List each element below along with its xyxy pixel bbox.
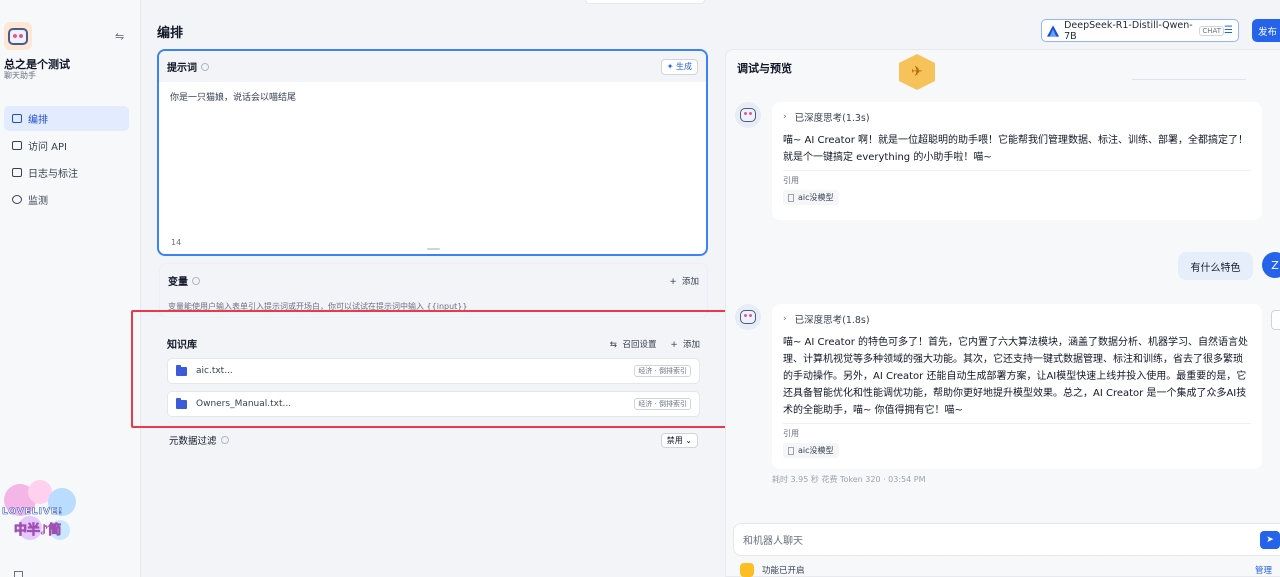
thinking-toggle[interactable]: › 已深度思考(1.3s) [783,110,1251,124]
mascot-logo-text: LOVELIVE! [2,507,64,518]
bot-message: › 已深度思考(1.8s) 喵~ AI Creator 的特色可多了！首先，它内置… [772,304,1262,469]
doc-tag: 经济 · 倒排索引 [634,365,691,377]
info-icon[interactable] [220,436,229,444]
info-icon[interactable] [192,276,200,285]
top-tab-fragment [585,0,705,4]
citation-tag[interactable]: aic没模型 [783,443,839,458]
sidebar: ⇋ 总之是个测试 聊天助手 编排 访问 API 日志与标注 监测 LOVELIV… [0,0,141,577]
add-label: 添加 [682,339,700,350]
sidebar-item-label: 日志与标注 [28,169,78,180]
generate-label: 生成 [676,62,692,71]
sidebar-item-api[interactable]: 访问 API [4,133,129,158]
feature-icon [740,563,754,577]
metadata-filter-select[interactable]: 禁用 ⌄ [660,432,698,448]
add-variable-button[interactable]: + 添加 [669,275,699,287]
robot-icon [740,108,756,122]
variables-title: 变量 [168,277,188,288]
citation-label: 引用 [783,170,1251,186]
app-type: 聊天助手 [4,71,36,80]
layout-icon [12,114,22,123]
bot-message: › 已深度思考(1.3s) 喵~ AI Creator 啊！就是一位超聪明的助手喂… [772,102,1262,220]
char-count: 14 [171,238,182,247]
thinking-label: 已深度思考(1.3s) [794,113,870,124]
preview-title: 调试与预览 [737,62,792,75]
robot-icon [8,27,28,45]
thinking-label: 已深度思考(1.8s) [794,315,870,326]
sliders-icon[interactable]: ⇋ [115,30,124,43]
folder-icon [176,364,187,376]
prompt-text[interactable]: 你是一只猫娘，说话会以喵结尾 [159,82,706,111]
recall-label: 召回设置 [622,339,657,350]
bot-avatar [735,304,761,330]
prompt-editor[interactable]: 提示词 ✦ 生成 你是一只猫娘，说话会以喵结尾 14 [157,49,708,256]
folder-icon [176,397,187,409]
sidebar-item-label: 访问 API [28,142,67,153]
mascot-logo-cn: 中半♪简 [14,523,62,539]
thinking-toggle[interactable]: › 已深度思考(1.8s) [783,312,1251,326]
add-knowledge-button[interactable]: + 添加 [670,338,700,350]
sidebar-item-monitor[interactable]: 监测 [4,187,129,212]
side-panel-toggle[interactable] [1271,310,1280,330]
knowledge-doc[interactable]: aic.txt... 经济 · 倒排索引 [167,358,700,384]
add-label: 添加 [681,276,699,287]
metadata-filter-value: 禁用 [666,435,683,445]
publish-label: 发布 [1258,26,1278,38]
feature-label: 功能已开启 [762,566,805,576]
knowledge-title: 知识库 [167,340,197,351]
doc-name: aic.txt... [196,366,233,376]
app-avatar[interactable] [4,22,32,50]
manage-link[interactable]: 管理 [1255,564,1272,576]
recall-settings-button[interactable]: ⇆ 召回设置 [610,338,657,350]
model-badge: CHAT [1199,25,1225,36]
publish-button[interactable]: 发布 [1252,19,1280,42]
doc-name: Owners_Manual.txt... [196,399,292,409]
model-logo-icon [1047,24,1060,37]
doc-tag: 经济 · 倒排索引 [634,398,691,410]
bot-avatar [735,102,761,128]
file-icon [788,446,794,455]
user-message: 有什么特色 [1178,252,1253,280]
knowledge-section: 知识库 ⇆ 召回设置 + 添加 aic.txt... 经济 · 倒排索引 Own… [159,327,708,422]
variables-section: 变量 + 添加 变量能使用户输入表单引入提示词或开场白，你可以试试在提示词中输入… [159,263,708,318]
model-settings-icon[interactable]: ☰ [1224,25,1233,36]
document-icon [12,168,22,177]
chat-input[interactable]: 和机器人聊天 [733,523,1280,556]
citation-label: 引用 [783,423,1251,439]
robot-icon [740,310,756,324]
send-icon[interactable]: ➤ [1260,531,1280,549]
sidebar-item-orchestrate[interactable]: 编排 [4,106,129,131]
variables-description: 变量能使用户输入表单引入提示词或开场白，你可以试试在提示词中输入 {{input… [168,302,468,311]
chevron-right-icon: › [783,112,787,122]
generate-button[interactable]: ✦ 生成 [660,58,698,75]
file-icon [788,193,794,202]
message-text: 喵~ AI Creator 啊！就是一位超聪明的助手喂！它能帮我们管理数据、标注… [783,135,1249,163]
terminal-icon [12,141,22,150]
sidebar-item-label: 监测 [28,196,48,207]
citation-tag[interactable]: aic没模型 [783,190,839,205]
page-title: 编排 [157,26,184,41]
metadata-filter: 元数据过滤 禁用 ⌄ [159,428,708,452]
chevron-right-icon: › [783,314,787,324]
citation-name: aic没模型 [798,446,834,455]
model-name: DeepSeek-R1-Distill-Qwen-7B [1064,19,1193,42]
citation-name: aic没模型 [798,193,834,202]
message-meta: 耗时 3.95 秒 花费 Token 320 · 03:54 PM [772,475,926,484]
sidebar-item-logs[interactable]: 日志与标注 [4,160,129,185]
dashboard-icon [12,195,22,204]
knowledge-doc[interactable]: Owners_Manual.txt... 经济 · 倒排索引 [167,391,700,417]
metadata-filter-label: 元数据过滤 [169,436,217,447]
resize-handle[interactable] [427,248,440,250]
sidebar-nav: 编排 访问 API 日志与标注 监测 [4,106,129,214]
collapse-icon[interactable] [14,571,23,577]
model-selector[interactable]: DeepSeek-R1-Distill-Qwen-7B CHAT ☰ [1041,19,1239,42]
sidebar-item-label: 编排 [28,115,48,126]
message-text: 喵~ AI Creator 的特色可多了！首先，它内置了六大算法模块，涵盖了数据… [783,337,1249,416]
divider [1132,79,1246,80]
info-icon[interactable] [201,62,209,71]
chat-input-placeholder: 和机器人聊天 [743,536,803,547]
prompt-header: 提示词 ✦ 生成 [159,51,706,82]
prompt-title: 提示词 [167,63,197,74]
feature-bar: 功能已开启 管理 [740,563,1280,577]
